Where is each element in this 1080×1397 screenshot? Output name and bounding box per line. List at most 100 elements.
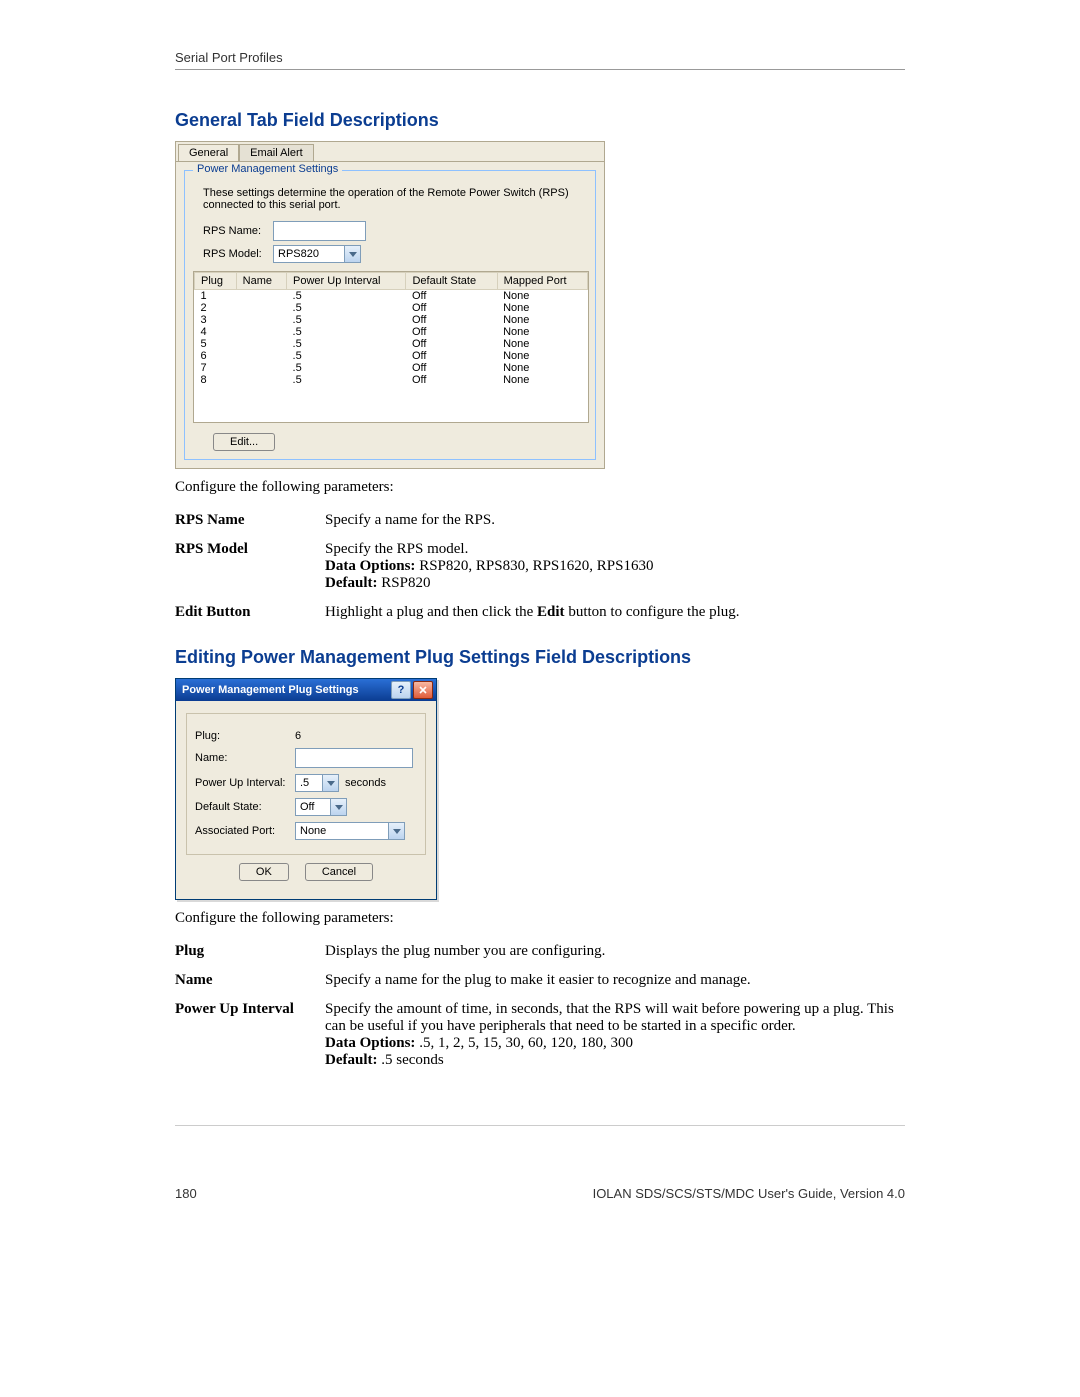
table-cell: 1	[195, 290, 237, 303]
dlg-plug-value: 6	[295, 730, 301, 742]
tab-bar: General Email Alert	[176, 142, 604, 161]
table-cell	[236, 350, 286, 362]
table-cell: .5	[287, 374, 406, 386]
plug-settings-dialog: Power Management Plug Settings ? Plug: 6…	[175, 678, 437, 900]
help-icon[interactable]: ?	[391, 681, 411, 699]
page-number: 180	[175, 1186, 197, 1201]
table-cell: Off	[406, 302, 497, 314]
tab-email-alert[interactable]: Email Alert	[239, 144, 314, 161]
table-cell: Off	[406, 362, 497, 374]
table-cell: .5	[287, 290, 406, 303]
chevron-down-icon[interactable]	[322, 775, 338, 791]
table-row: RPS Name Specify a name for the RPS.	[175, 506, 905, 535]
table-cell: 2	[195, 302, 237, 314]
table-cell: None	[497, 350, 587, 362]
dlg-plug-label: Plug:	[195, 730, 295, 742]
table-cell: .5	[287, 362, 406, 374]
dlg-state-value: Off	[296, 799, 330, 815]
close-icon[interactable]	[413, 681, 433, 699]
cancel-button[interactable]: Cancel	[305, 863, 373, 881]
dlg-interval-select[interactable]: .5	[295, 774, 339, 792]
section2-title: Editing Power Management Plug Settings F…	[175, 647, 905, 668]
table-row[interactable]: 4.5OffNone	[195, 326, 588, 338]
dlg-interval-value: .5	[296, 775, 322, 791]
param-key: Power Up Interval	[175, 995, 325, 1075]
table-cell: None	[497, 290, 587, 303]
page-header: Serial Port Profiles	[175, 50, 905, 65]
chevron-down-icon[interactable]	[330, 799, 346, 815]
param-key: Edit Button	[175, 598, 325, 627]
table-row[interactable]: 3.5OffNone	[195, 314, 588, 326]
power-mgmt-fieldset: Power Management Settings These settings…	[184, 170, 596, 460]
param-desc: Highlight a plug and then click the Edit…	[325, 598, 905, 627]
dlg-interval-label: Power Up Interval:	[195, 777, 295, 789]
rps-model-select[interactable]: RPS820	[273, 245, 361, 263]
dlg-port-value: None	[296, 823, 388, 839]
header-rule	[175, 69, 905, 70]
chevron-down-icon[interactable]	[344, 246, 360, 262]
table-cell: None	[497, 338, 587, 350]
param-key: Plug	[175, 937, 325, 966]
table-cell: 8	[195, 374, 237, 386]
column-header[interactable]: Name	[236, 273, 286, 290]
table-cell: Off	[406, 314, 497, 326]
table-row[interactable]: 2.5OffNone	[195, 302, 588, 314]
table-cell	[236, 362, 286, 374]
param-key: RPS Name	[175, 506, 325, 535]
column-header[interactable]: Mapped Port	[497, 273, 587, 290]
table-cell: Off	[406, 290, 497, 303]
dlg-port-select[interactable]: None	[295, 822, 405, 840]
section1-intro: Configure the following parameters:	[175, 479, 905, 496]
dlg-name-label: Name:	[195, 752, 295, 764]
dialog-fieldset: Plug: 6 Name: Power Up Interval: .5 seco…	[186, 713, 426, 855]
table-row[interactable]: 8.5OffNone	[195, 374, 588, 386]
dlg-state-select[interactable]: Off	[295, 798, 347, 816]
param-desc: Specify a name for the plug to make it e…	[325, 966, 905, 995]
dlg-port-label: Associated Port:	[195, 825, 295, 837]
rps-name-label: RPS Name:	[203, 225, 273, 237]
column-header[interactable]: Default State	[406, 273, 497, 290]
table-row: RPS Model Specify the RPS model. Data Op…	[175, 535, 905, 598]
table-cell	[236, 326, 286, 338]
page-footer: 180 IOLAN SDS/SCS/STS/MDC User's Guide, …	[175, 1186, 905, 1201]
table-cell	[236, 374, 286, 386]
param-desc: Specify the amount of time, in seconds, …	[325, 995, 905, 1075]
table-cell: Off	[406, 338, 497, 350]
section1-title: General Tab Field Descriptions	[175, 110, 905, 131]
tab-general[interactable]: General	[178, 144, 239, 161]
table-cell: Off	[406, 326, 497, 338]
section1-params-table: RPS Name Specify a name for the RPS. RPS…	[175, 506, 905, 627]
table-cell: None	[497, 302, 587, 314]
table-cell: .5	[287, 326, 406, 338]
dlg-name-input[interactable]	[295, 748, 413, 768]
chevron-down-icon[interactable]	[388, 823, 404, 839]
table-cell	[236, 302, 286, 314]
table-row[interactable]: 6.5OffNone	[195, 350, 588, 362]
doc-title: IOLAN SDS/SCS/STS/MDC User's Guide, Vers…	[593, 1186, 905, 1201]
param-desc: Displays the plug number you are configu…	[325, 937, 905, 966]
table-row[interactable]: 5.5OffNone	[195, 338, 588, 350]
table-cell: .5	[287, 350, 406, 362]
param-key: RPS Model	[175, 535, 325, 598]
column-header[interactable]: Plug	[195, 273, 237, 290]
table-cell: 5	[195, 338, 237, 350]
fieldset-intro: These settings determine the operation o…	[203, 187, 587, 211]
section2-params-table: Plug Displays the plug number you are co…	[175, 937, 905, 1075]
table-cell	[236, 338, 286, 350]
dlg-interval-unit: seconds	[345, 777, 386, 789]
dialog-title: Power Management Plug Settings	[179, 684, 389, 696]
table-row: Plug Displays the plug number you are co…	[175, 937, 905, 966]
rps-name-input[interactable]	[273, 221, 366, 241]
table-row: Power Up Interval Specify the amount of …	[175, 995, 905, 1075]
plug-table[interactable]: PlugNamePower Up IntervalDefault StateMa…	[193, 271, 589, 423]
param-key: Name	[175, 966, 325, 995]
table-row[interactable]: 7.5OffNone	[195, 362, 588, 374]
column-header[interactable]: Power Up Interval	[287, 273, 406, 290]
edit-button[interactable]: Edit...	[213, 433, 275, 451]
table-cell: 6	[195, 350, 237, 362]
table-row[interactable]: 1 .5OffNone	[195, 290, 588, 303]
ok-button[interactable]: OK	[239, 863, 289, 881]
table-cell: None	[497, 374, 587, 386]
dialog-titlebar[interactable]: Power Management Plug Settings ?	[176, 679, 436, 701]
rps-model-label: RPS Model:	[203, 248, 273, 260]
